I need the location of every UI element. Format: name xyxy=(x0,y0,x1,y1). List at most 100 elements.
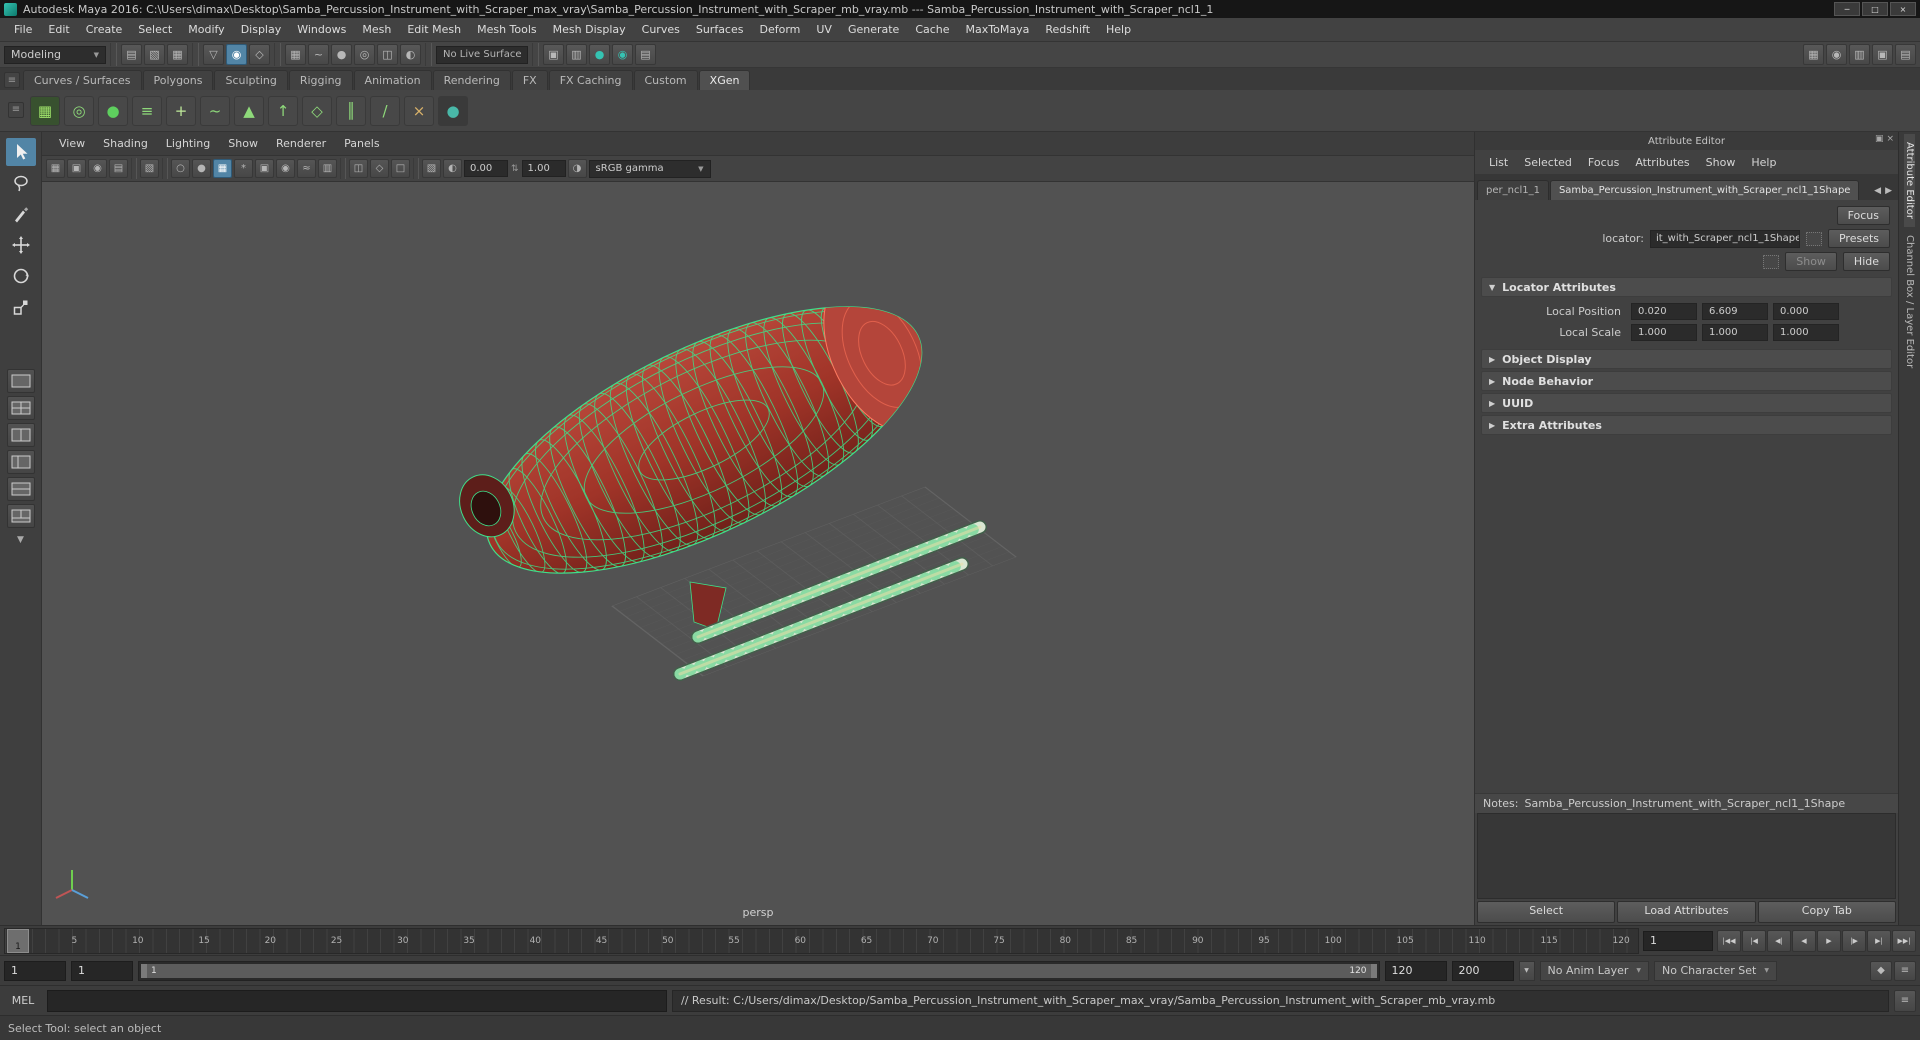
menu-item[interactable]: Generate xyxy=(840,20,907,39)
animation-start-field[interactable]: 1 xyxy=(4,960,66,981)
menu-item[interactable]: Create xyxy=(78,20,131,39)
tab-prev-icon[interactable]: ◀ xyxy=(1874,186,1881,196)
xgen-preview-sphere-icon[interactable]: ● xyxy=(98,95,128,126)
exposure-icon[interactable]: ◐ xyxy=(443,159,462,178)
script-editor-icon[interactable]: ≡ xyxy=(1894,989,1916,1012)
image-plane-icon[interactable]: ▧ xyxy=(140,159,159,178)
shaded-icon[interactable]: ● xyxy=(192,159,211,178)
step-back-frame-button[interactable]: |◀ xyxy=(1742,929,1766,952)
four-pane-layout-button[interactable] xyxy=(6,396,35,420)
textured-icon[interactable]: ▦ xyxy=(213,159,232,178)
two-pane-layout-button[interactable] xyxy=(6,423,35,447)
menu-item[interactable]: Cache xyxy=(907,20,957,39)
toolbox-more-icon[interactable]: ▼ xyxy=(17,535,24,545)
hide-button[interactable]: Hide xyxy=(1842,252,1890,271)
range-start-handle[interactable] xyxy=(141,963,147,978)
show-button[interactable]: Show xyxy=(1785,252,1837,271)
animation-preferences-icon[interactable]: ≡ xyxy=(1894,960,1916,981)
node-tab[interactable]: per_ncl1_1 xyxy=(1477,180,1549,200)
panel-menu-item[interactable]: Panels xyxy=(335,135,388,152)
attribute-editor-menu-item[interactable]: Show xyxy=(1698,154,1744,171)
menu-item[interactable]: UV xyxy=(808,20,840,39)
shelf-tab[interactable]: Animation xyxy=(353,70,432,90)
shelf-tab[interactable]: Rendering xyxy=(432,70,511,90)
close-panel-icon[interactable]: × xyxy=(1886,134,1894,144)
current-frame-field[interactable]: 1 xyxy=(1643,930,1713,951)
time-ruler[interactable]: 1510152025303540455055606570758085909510… xyxy=(4,927,1639,954)
construction-history-icon[interactable]: ▣ xyxy=(543,44,564,65)
render-current-frame-icon[interactable]: ● xyxy=(589,44,610,65)
shadows-icon[interactable]: ▣ xyxy=(255,159,274,178)
value-field-x[interactable]: 1.000 xyxy=(1631,324,1697,341)
select-object-icon[interactable]: ◉ xyxy=(226,44,247,65)
plugin-shelf-icon[interactable]: ● xyxy=(438,95,468,126)
snap-view-plane-icon[interactable]: ◫ xyxy=(377,44,398,65)
attribute-editor-side-tab[interactable]: Attribute Editor xyxy=(1904,134,1915,227)
xgen-length-icon[interactable]: ↑ xyxy=(268,95,298,126)
xray-joints-icon[interactable]: ◇ xyxy=(370,159,389,178)
bookmark-icon[interactable]: ▤ xyxy=(109,159,128,178)
outliner-persp-layout-button[interactable] xyxy=(6,450,35,474)
open-scene-icon[interactable]: ▧ xyxy=(144,44,165,65)
make-live-icon[interactable]: ◐ xyxy=(400,44,421,65)
grease-pencil-icon[interactable]: ▧ xyxy=(422,159,441,178)
paint-select-tool-icon[interactable] xyxy=(6,200,36,228)
mel-label[interactable]: MEL xyxy=(4,994,42,1007)
command-result-field[interactable]: // Result: C:/Users/dimax/Desktop/Samba_… xyxy=(672,989,1889,1012)
go-to-start-button[interactable]: |◀◀ xyxy=(1717,929,1741,952)
attribute-editor-menu-item[interactable]: Selected xyxy=(1516,154,1580,171)
humanik-icon[interactable]: ◉ xyxy=(1826,44,1847,65)
step-forward-key-button[interactable]: |▶ xyxy=(1842,929,1866,952)
attribute-editor-bottom-button[interactable]: Select xyxy=(1477,901,1616,923)
panel-menu-item[interactable]: Show xyxy=(219,135,267,152)
menu-item[interactable]: Help xyxy=(1098,20,1139,39)
play-backwards-button[interactable]: ◀ xyxy=(1792,929,1816,952)
tool-settings-icon[interactable]: ▣ xyxy=(1872,44,1893,65)
channel-box-icon[interactable]: ▤ xyxy=(1895,44,1916,65)
section-header[interactable]: ▶ Extra Attributes xyxy=(1481,415,1892,435)
modeling-toolkit-icon[interactable]: ▦ xyxy=(1803,44,1824,65)
camera-attributes-icon[interactable]: ◉ xyxy=(88,159,107,178)
section-header[interactable]: ▼ Locator Attributes xyxy=(1481,277,1892,297)
lights-icon[interactable]: * xyxy=(234,159,253,178)
menu-item[interactable]: Redshift xyxy=(1037,20,1098,39)
menu-item[interactable]: Edit xyxy=(40,20,77,39)
snap-grid-icon[interactable]: ▦ xyxy=(285,44,306,65)
range-bar[interactable]: 1 120 xyxy=(141,963,1377,978)
value-field-z[interactable]: 1.000 xyxy=(1773,324,1839,341)
focus-button[interactable]: Focus xyxy=(1836,206,1890,225)
shelf-tab[interactable]: Polygons xyxy=(142,70,214,90)
shelf-tab[interactable]: XGen xyxy=(698,70,751,90)
shelf-tab[interactable]: FX Caching xyxy=(548,70,633,90)
ipr-render-icon[interactable]: ◉ xyxy=(612,44,633,65)
shelf-tab[interactable]: Sculpting xyxy=(214,70,288,90)
save-scene-icon[interactable]: ▦ xyxy=(167,44,188,65)
value-field-z[interactable]: 0.000 xyxy=(1773,303,1839,320)
section-header[interactable]: ▶ UUID xyxy=(1481,393,1892,413)
shelf-tab[interactable]: Custom xyxy=(633,70,698,90)
float-panel-icon[interactable]: ▣ xyxy=(1875,134,1884,144)
single-pane-layout-button[interactable] xyxy=(6,369,35,393)
viewport-canvas[interactable]: persp xyxy=(42,182,1474,925)
maximize-icon[interactable]: □ xyxy=(1862,2,1888,16)
attribute-editor-menu-item[interactable]: Help xyxy=(1743,154,1784,171)
anim-layer-dropdown[interactable]: No Anim Layer ▼ xyxy=(1539,960,1650,981)
menu-item[interactable]: File xyxy=(6,20,40,39)
notes-textarea[interactable] xyxy=(1477,813,1896,899)
presets-button[interactable]: Presets xyxy=(1827,229,1890,248)
select-hierarchy-icon[interactable]: ▽ xyxy=(203,44,224,65)
shelf-options-icon[interactable]: ≡ xyxy=(8,101,24,118)
menu-item[interactable]: Curves xyxy=(634,20,688,39)
range-track[interactable]: 1 120 xyxy=(138,960,1380,981)
ae-utility-icon[interactable] xyxy=(1805,231,1822,246)
menu-item[interactable]: Deform xyxy=(751,20,808,39)
section-header[interactable]: ▶ Object Display xyxy=(1481,349,1892,369)
panel-menu-item[interactable]: Lighting xyxy=(157,135,219,152)
menu-item[interactable]: Mesh xyxy=(354,20,399,39)
current-frame-cursor[interactable]: 1 xyxy=(7,928,29,953)
snap-projected-center-icon[interactable]: ◎ xyxy=(354,44,375,65)
close-icon[interactable]: × xyxy=(1890,2,1916,16)
menu-item[interactable]: Mesh Display xyxy=(545,20,634,39)
xgen-clump-icon[interactable]: ║ xyxy=(336,95,366,126)
attribute-editor-menu-item[interactable]: List xyxy=(1481,154,1516,171)
